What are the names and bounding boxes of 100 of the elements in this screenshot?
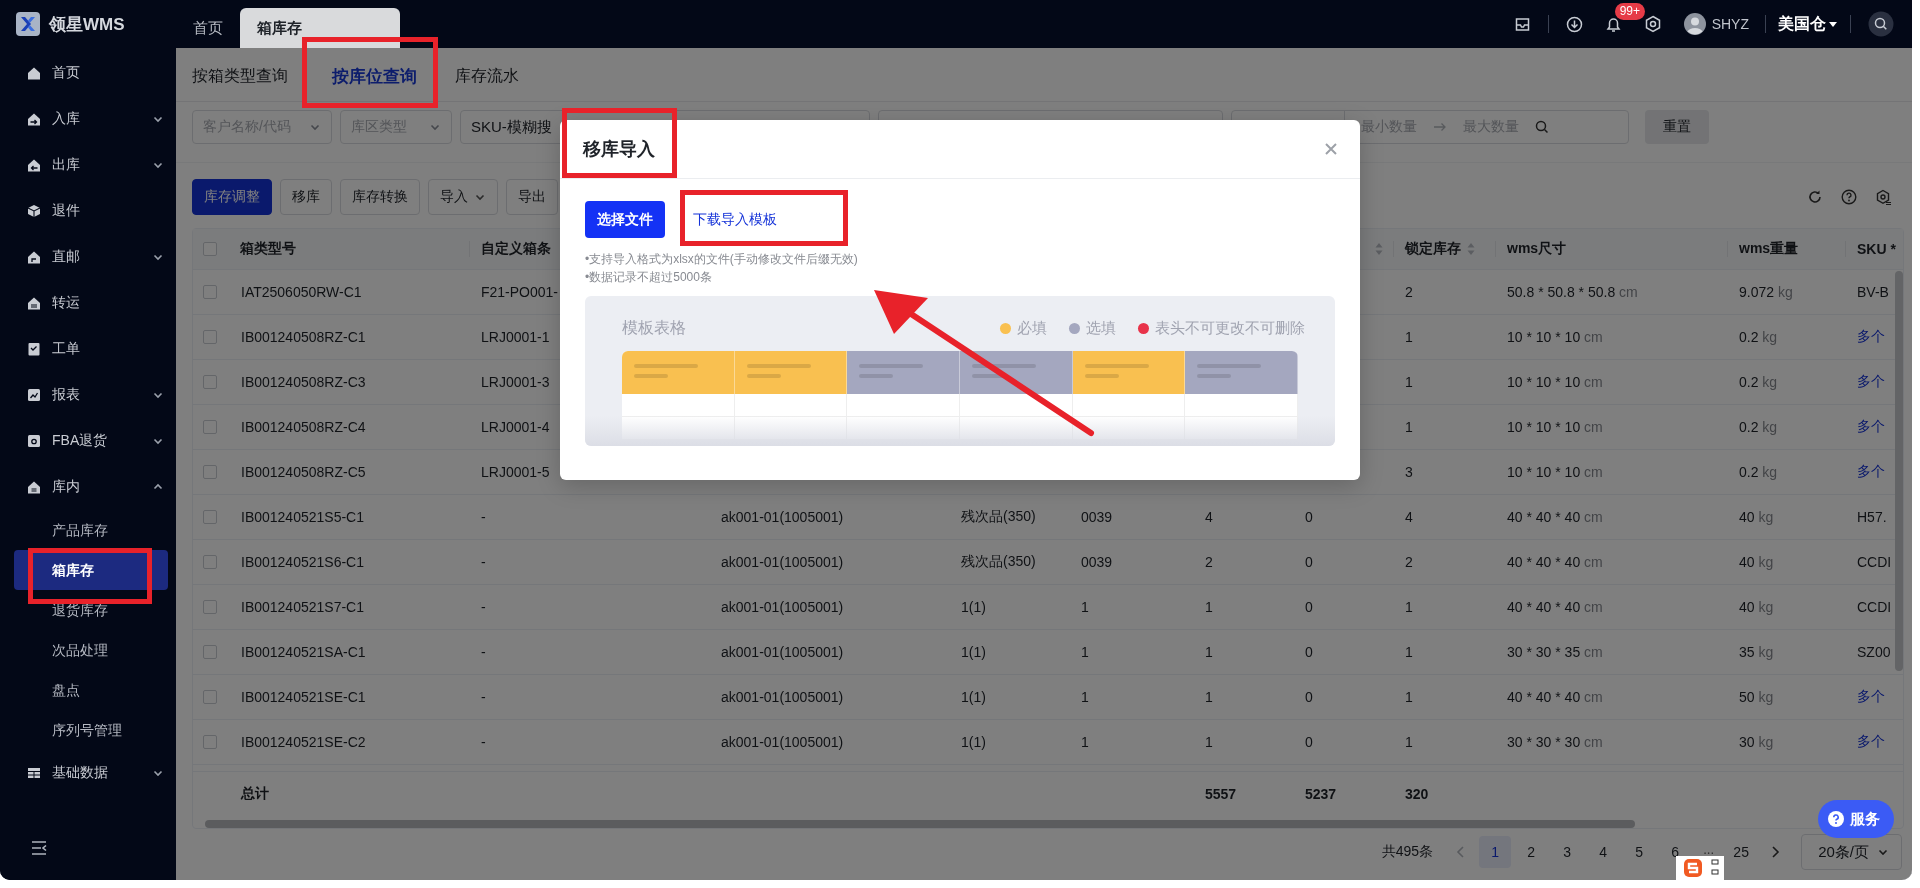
total-count: 共495条 xyxy=(1381,843,1434,861)
sidebar-item[interactable]: 直邮 xyxy=(0,234,168,280)
table-cell: 10 * 10 * 10 cm xyxy=(1507,374,1603,390)
table-cell: SZ00 xyxy=(1857,644,1891,660)
page-number[interactable]: 1 xyxy=(1479,836,1512,868)
table-cell: IB001240521S6-C1 xyxy=(241,554,364,570)
table-cell: 40 * 40 * 40 cm xyxy=(1507,689,1603,705)
select-file-button[interactable]: 选择文件 xyxy=(585,201,665,238)
toolbar-button[interactable]: 导出 xyxy=(506,179,558,215)
table-cell: 0 xyxy=(1305,509,1313,525)
sidebar-item[interactable]: 入库 xyxy=(0,96,168,142)
sub-tab[interactable]: 按库位查询 xyxy=(326,65,417,88)
reset-button[interactable]: 重置 xyxy=(1645,110,1709,144)
table-cell: 0.2 kg xyxy=(1739,464,1778,480)
sidebar-item[interactable]: 首页 xyxy=(0,50,168,96)
page-number[interactable]: 3 xyxy=(1551,836,1584,868)
total-cell: 5557 xyxy=(1205,786,1237,802)
table-cell: 0 xyxy=(1305,734,1313,750)
page-number[interactable]: 25 xyxy=(1725,836,1758,868)
sidebar-item[interactable]: 转运 xyxy=(0,280,168,326)
table-cell: 35 kg xyxy=(1739,644,1774,660)
table-cell: 10 * 10 * 10 cm xyxy=(1507,464,1603,480)
legend-label: 表头不可更改不可删除 xyxy=(1155,319,1305,338)
table-cell: 1 xyxy=(1205,734,1213,750)
sidebar-item[interactable]: 库内 xyxy=(0,464,168,510)
table-cell: 1 xyxy=(1205,689,1213,705)
table-cell: 残次品(350) xyxy=(961,553,1036,571)
page-tab[interactable]: 首页 xyxy=(176,8,240,48)
table-cell: 2 xyxy=(1205,554,1213,570)
table-cell: 10 * 10 * 10 cm xyxy=(1507,329,1603,345)
table-cell: 1 xyxy=(1081,599,1089,615)
table-cell: IB001240508RZ-C1 xyxy=(241,329,366,345)
download-template-link[interactable]: 下载导入模板 xyxy=(693,210,777,229)
table-cell: - xyxy=(481,509,486,525)
user-name[interactable]: SHYZ xyxy=(1711,16,1749,32)
table-cell: 4 xyxy=(1205,509,1213,525)
toolbar-button[interactable]: 移库 xyxy=(280,179,332,215)
sku-link[interactable]: 多个 xyxy=(1857,328,1885,346)
table-cell: 0 xyxy=(1305,689,1313,705)
sub-tab[interactable]: 库存流水 xyxy=(455,66,519,87)
sidebar-item[interactable]: 报表 xyxy=(0,372,168,418)
sku-link[interactable]: 多个 xyxy=(1857,688,1885,706)
table-cell: IAT2506050RW-C1 xyxy=(241,284,362,300)
table-cell: 40 kg xyxy=(1739,554,1774,570)
table-cell: - xyxy=(481,644,486,660)
table-cell: 1 xyxy=(1405,689,1413,705)
table-cell: 1(1) xyxy=(961,599,986,615)
import-note: •数据记录不超过5000条 xyxy=(585,269,713,286)
table-cell: 40 * 40 * 40 cm xyxy=(1507,509,1603,525)
sidebar-item[interactable]: 退件 xyxy=(0,188,168,234)
sidebar-item[interactable]: 基础数据 xyxy=(0,750,168,796)
sidebar-item[interactable]: 出库 xyxy=(0,142,168,188)
table-cell: - xyxy=(481,554,486,570)
table-cell: IB001240521S7-C1 xyxy=(241,599,364,615)
toolbar-button[interactable]: 库存转换 xyxy=(340,179,420,215)
table-cell: IB001240508RZ-C3 xyxy=(241,374,366,390)
service-button[interactable]: 服务 xyxy=(1818,800,1894,838)
toolbar-button[interactable]: 库存调整 xyxy=(192,179,272,215)
sidebar-subitem[interactable]: 盘点 xyxy=(14,670,168,710)
sidebar-subitem[interactable]: 次品处理 xyxy=(14,630,168,670)
table-cell: 40 kg xyxy=(1739,599,1774,615)
sidebar-item[interactable]: 工单 xyxy=(0,326,168,372)
page-number[interactable]: 4 xyxy=(1587,836,1620,868)
table-cell: LRJ0001-4 xyxy=(481,419,550,435)
table-cell: 1 xyxy=(1081,734,1089,750)
sku-link[interactable]: 多个 xyxy=(1857,463,1885,481)
page-number[interactable]: 5 xyxy=(1623,836,1656,868)
table-cell: IB001240508RZ-C4 xyxy=(241,419,366,435)
sku-link[interactable]: 多个 xyxy=(1857,418,1885,436)
sku-link[interactable]: 多个 xyxy=(1857,733,1885,751)
sub-tab[interactable]: 按箱类型查询 xyxy=(192,66,288,87)
page-number[interactable]: 2 xyxy=(1515,836,1548,868)
table-cell: BV-B xyxy=(1857,284,1889,300)
app-logo-text: 领星WMS xyxy=(49,13,125,36)
column-header: wms尺寸 xyxy=(1507,240,1567,258)
table-cell: LRJ0001-5 xyxy=(481,464,550,480)
table-cell: 1(1) xyxy=(961,734,986,750)
sku-link[interactable]: 多个 xyxy=(1857,373,1885,391)
column-header: 锁定库存 xyxy=(1405,240,1461,258)
page-tab[interactable]: 箱库存 xyxy=(240,8,400,48)
sidebar-subitem[interactable]: 产品库存 xyxy=(14,510,168,550)
sidebar-item[interactable]: FBA退货 xyxy=(0,418,168,464)
column-header: 自定义箱条 xyxy=(481,240,551,258)
table-cell: 40 * 40 * 40 cm xyxy=(1507,599,1603,615)
table-cell: 30 * 30 * 35 cm xyxy=(1507,644,1603,660)
table-cell: 1 xyxy=(1205,599,1213,615)
table-cell: ak001-01(1005001) xyxy=(721,689,844,705)
table-cell: 4 xyxy=(1405,509,1413,525)
sidebar-subitem[interactable]: 序列号管理 xyxy=(14,710,168,750)
column-header: SKU * xyxy=(1857,241,1896,257)
template-preview-title: 模板表格 xyxy=(622,318,686,338)
legend-label: 选填 xyxy=(1086,319,1116,338)
table-cell: ak001-01(1005001) xyxy=(721,509,844,525)
table-cell: 1 xyxy=(1405,329,1413,345)
modal-title: 移库导入 xyxy=(583,138,655,161)
table-cell: IB001240508RZ-C5 xyxy=(241,464,366,480)
warehouse-selector[interactable]: 美国仓 xyxy=(1778,13,1838,35)
toolbar-button[interactable]: 导入 xyxy=(428,179,498,215)
table-cell: - xyxy=(481,734,486,750)
sidebar-subitem[interactable]: 退货库存 xyxy=(14,590,168,630)
